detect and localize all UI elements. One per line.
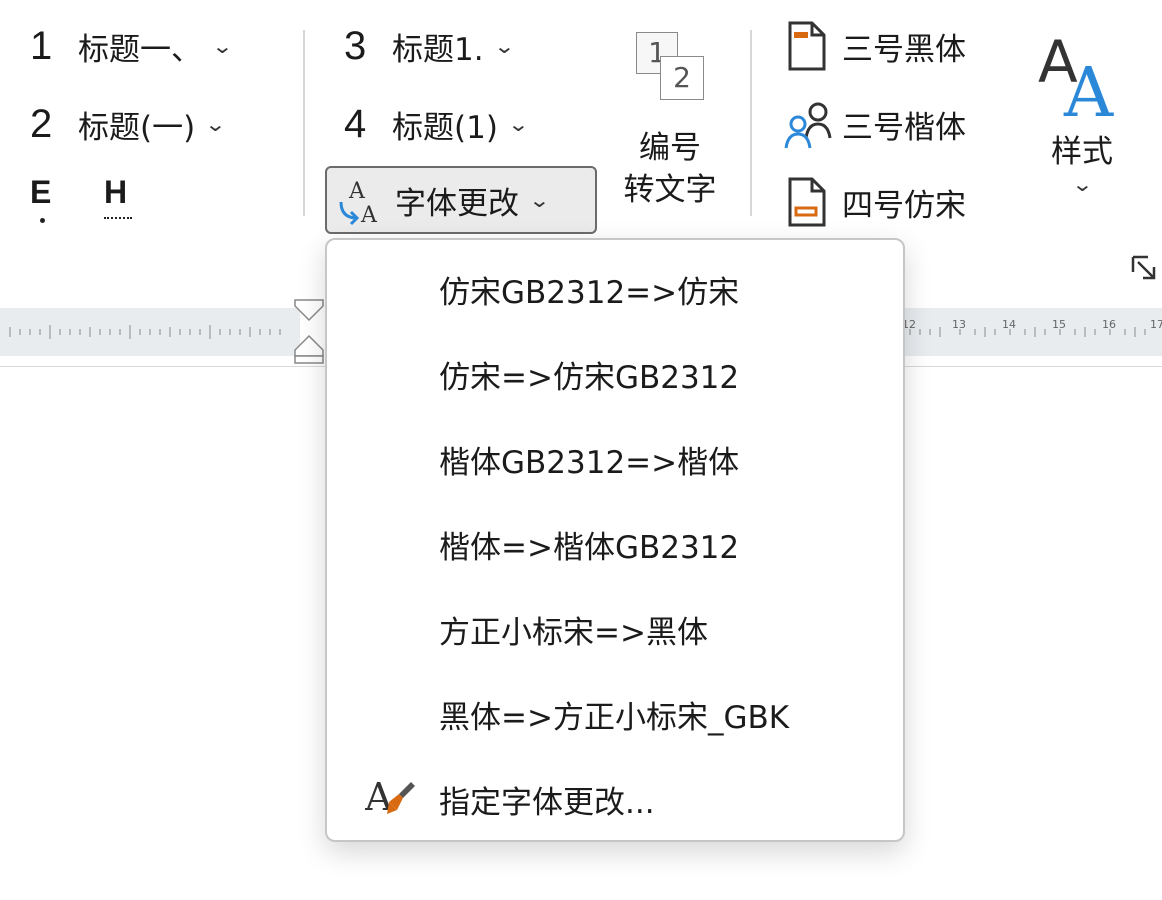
menu-item-kaiti-to-kaiti-gb2312[interactable]: 楷体=>楷体GB2312 [327,505,903,583]
heading-3-button[interactable]: 3 标题1. ⌄ [344,16,515,76]
ruler-label: 17 [1150,318,1162,331]
indent-marker[interactable] [294,298,324,364]
heading-1-number: 1 [30,23,53,68]
ruler-label: 14 [1002,318,1016,331]
svg-text:A: A [360,203,378,226]
number-to-text-line2: 转文字 [623,172,717,208]
style-preset-label: 四号仿宋 [842,187,966,224]
styles-button[interactable]: A A 样式 ⌄ [1030,14,1134,214]
menu-item-kaiti-gb2312-to-kaiti[interactable]: 楷体GB2312=>楷体 [327,420,903,498]
ruler-label: 13 [952,318,966,331]
document-orange-top-icon [784,20,828,72]
dotted-underline-h [104,217,132,219]
menu-item-fzxbs-to-heiti[interactable]: 方正小标宋=>黑体 [327,590,903,668]
menu-item-label: 楷体=>楷体GB2312 [439,529,740,566]
heading-2-label: 标题(一) [78,109,196,146]
font-swap-icon: A A [335,176,385,228]
menu-item-label: 方正小标宋=>黑体 [439,614,708,651]
chevron-down-icon: ⌄ [528,188,551,212]
svg-text:A: A [348,179,366,204]
menu-item-label: 仿宋=>仿宋GB2312 [439,359,740,396]
heading-2-number: 2 [30,101,53,146]
ribbon-separator [750,30,752,216]
dialog-launcher-icon[interactable] [1130,254,1158,282]
font-change-label: 字体更改 [395,185,519,222]
mark-h: H [104,174,128,210]
menu-item-label: 楷体GB2312=>楷体 [439,444,740,481]
heading-3-label: 标题1. [392,31,484,68]
font-brush-icon: A [364,774,419,824]
big-A-styles-icon: A A [1036,20,1132,133]
heading-1-button[interactable]: 1 标题一、 ⌄ [30,16,234,76]
number-to-text-button[interactable]: 1 2 编号 转文字 [612,20,728,216]
chevron-down-icon: ⌄ [493,34,515,58]
menu-item-fangsong-to-fangsong-gb2312[interactable]: 仿宋=>仿宋GB2312 [327,335,903,413]
heading-4-label: 标题(1) [392,109,498,146]
chevron-down-icon: ⌄ [204,112,227,136]
svg-text:A: A [1063,54,1114,120]
style-preset-sanhao-heiti[interactable]: 三号黑体 [784,16,966,76]
numbering-icon: 1 2 [634,30,704,104]
style-preset-sihao-fangsong[interactable]: 四号仿宋 [784,172,966,232]
style-preset-sanhao-kaiti[interactable]: 三号楷体 [784,94,966,154]
heading-3-number: 3 [344,23,367,68]
numbering-digit-2: 2 [660,56,704,100]
chevron-down-icon: ⌄ [1071,172,1093,196]
number-to-text-line1: 编号 [639,130,701,166]
menu-item-label: 指定字体更改... [439,784,655,821]
ribbon-separator [303,30,305,216]
styles-label: 样式 [1051,134,1113,170]
font-change-menu: 仿宋GB2312=>仿宋 仿宋=>仿宋GB2312 楷体GB2312=>楷体 楷… [325,238,905,842]
paragraph-mark-e-button[interactable]: E [30,174,70,224]
dot-under-e [40,218,45,223]
style-preset-label: 三号楷体 [842,109,966,146]
menu-item-heiti-to-fzxbs-gbk[interactable]: 黑体=>方正小标宋_GBK [327,675,903,753]
menu-item-label: 仿宋GB2312=>仿宋 [439,274,740,311]
menu-item-label: 黑体=>方正小标宋_GBK [439,699,790,736]
document-orange-bottom-icon [784,176,828,228]
mark-e: E [30,174,52,210]
font-change-button[interactable]: A A 字体更改 ⌄ [325,166,597,234]
chevron-down-icon: ⌄ [211,34,234,58]
menu-item-fangsong-gb2312-to-fangsong[interactable]: 仿宋GB2312=>仿宋 [327,250,903,328]
heading-1-label: 标题一、 [78,31,202,68]
heading-4-button[interactable]: 4 标题(1) ⌄ [344,94,530,154]
heading-4-number: 4 [344,101,367,146]
chevron-down-icon: ⌄ [507,112,530,136]
paragraph-mark-h-button[interactable]: H [104,174,144,224]
heading-2-button[interactable]: 2 标题(一) ⌄ [30,94,227,154]
menu-item-specify-font-change[interactable]: A 指定字体更改... [327,760,903,838]
people-icon [784,98,832,150]
ruler-label: 15 [1052,318,1066,331]
ruler-label: 16 [1102,318,1116,331]
style-preset-label: 三号黑体 [842,31,966,68]
